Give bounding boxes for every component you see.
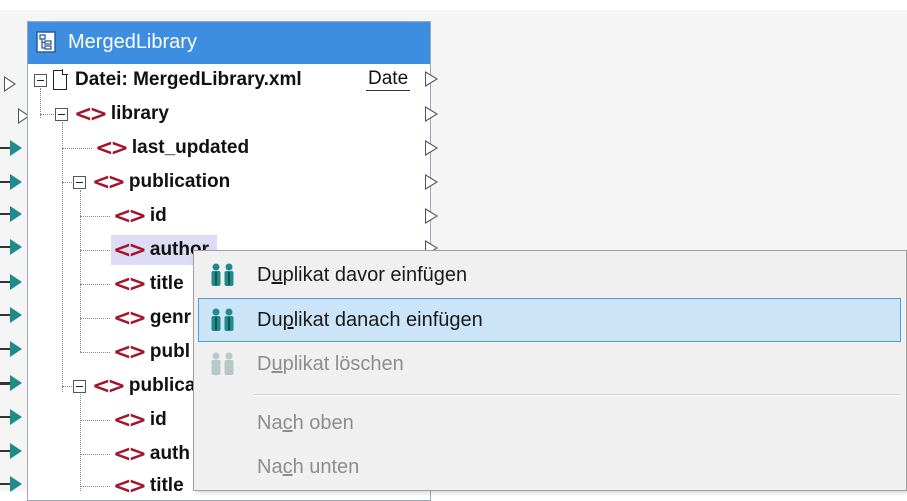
input-connector-mapped[interactable] [0,307,24,323]
element-tag-icon: <> [92,169,126,195]
tree-line [80,486,110,487]
tree-line [80,318,110,319]
tree-row-title-2[interactable]: <> title [113,471,184,501]
input-connector-mapped[interactable] [0,174,24,190]
tree-line [62,148,92,149]
node-label: title [149,475,184,496]
node-label: id [149,205,167,226]
tree-row-id-2[interactable]: <> id [113,405,167,435]
element-tag-icon: <> [113,473,147,499]
input-connector-mapped[interactable] [0,206,24,222]
input-connector-mapped[interactable] [0,140,24,156]
tree-line [62,122,63,392]
menu-item-label: Nach unten [257,455,360,478]
element-tag-icon: <> [95,135,129,161]
menu-item-label: Duplikat löschen [257,352,404,375]
tree-row-publication-2[interactable]: <> publica [73,371,195,401]
tree-line [80,284,110,285]
node-label: title [149,273,184,294]
element-tag-icon: <> [92,373,126,399]
duplicate-icon [211,308,234,331]
element-tag-icon: <> [113,237,147,263]
menu-item-move-down[interactable]: Nach unten [198,445,901,489]
file-label: Datei: MergedLibrary.xml [75,69,302,90]
tree-line [80,420,110,421]
input-connector-empty[interactable] [4,76,16,92]
node-label: publ [149,341,190,362]
element-tag-icon: <> [113,407,147,433]
output-connector[interactable] [425,106,438,122]
tree-row-publication[interactable]: <> publication [73,167,230,197]
menu-item-label: Nach oben [257,411,354,434]
component-title: MergedLibrary [68,31,197,53]
input-connector-mapped[interactable] [0,476,24,492]
context-menu[interactable]: Duplikat davor einfügen Duplikat danach … [193,250,907,491]
collapse-icon[interactable] [73,175,86,189]
collapse-icon[interactable] [73,379,86,393]
input-connector-mapped[interactable] [0,409,24,425]
component-title-bar[interactable]: MergedLibrary [28,22,430,64]
element-tag-icon: <> [74,101,108,127]
element-tag-icon: <> [113,305,147,331]
input-connector-mapped[interactable] [0,341,24,357]
input-connector-mapped[interactable] [0,375,24,391]
component-icon [36,31,56,53]
tree-row-last-updated[interactable]: <> last_updated [95,133,249,163]
node-label: publica [128,375,196,396]
tree-row-title[interactable]: <> title [113,269,184,299]
menu-item-label: Duplikat danach einfügen [257,308,483,331]
tree-line [80,216,110,217]
node-label: last_updated [131,137,250,158]
tree-line [80,352,110,353]
node-label: auth [149,443,190,464]
file-date-button[interactable]: Date [366,68,411,91]
tree-row-author-2[interactable]: <> auth [113,439,190,469]
duplicate-icon [211,263,234,286]
output-connector[interactable] [425,208,438,224]
input-connector-mapped[interactable] [0,274,24,290]
node-label: library [110,103,169,124]
tree-line [80,454,110,455]
tree-line [40,114,54,115]
input-connector-mapped[interactable] [0,443,24,459]
canvas-top-strip [0,0,907,10]
node-label: id [149,409,167,430]
menu-item-insert-duplicate-before[interactable]: Duplikat davor einfügen [198,253,901,297]
duplicate-icon [211,352,234,375]
collapse-icon[interactable] [34,73,47,87]
element-tag-icon: <> [113,441,147,467]
tree-row-library[interactable]: <> library [55,99,169,129]
tree-line [80,190,81,352]
output-connector[interactable] [425,71,438,87]
element-tag-icon: <> [113,271,147,297]
tree-line [80,394,81,491]
document-icon [53,69,68,90]
input-connector-mapped[interactable] [0,239,24,255]
output-connector[interactable] [425,174,438,190]
collapse-icon[interactable] [55,107,68,121]
tree-line [80,250,110,251]
output-connector[interactable] [425,140,438,156]
menu-separator-highlight [254,395,900,396]
node-label: genr [149,307,192,328]
menu-item-label: Duplikat davor einfügen [257,263,468,286]
element-tag-icon: <> [113,339,147,365]
tree-row-genre[interactable]: <> genr [113,303,191,333]
menu-item-delete-duplicate[interactable]: Duplikat löschen [198,342,901,386]
tree-row-id[interactable]: <> id [113,201,167,231]
element-tag-icon: <> [113,203,147,229]
tree-row-file[interactable]: Datei: MergedLibrary.xml [34,65,302,95]
menu-item-move-up[interactable]: Nach oben [198,401,901,445]
menu-item-insert-duplicate-after[interactable]: Duplikat danach einfügen [198,298,901,342]
tree-row-publisher[interactable]: <> publ [113,337,190,367]
node-label: publication [128,171,231,192]
